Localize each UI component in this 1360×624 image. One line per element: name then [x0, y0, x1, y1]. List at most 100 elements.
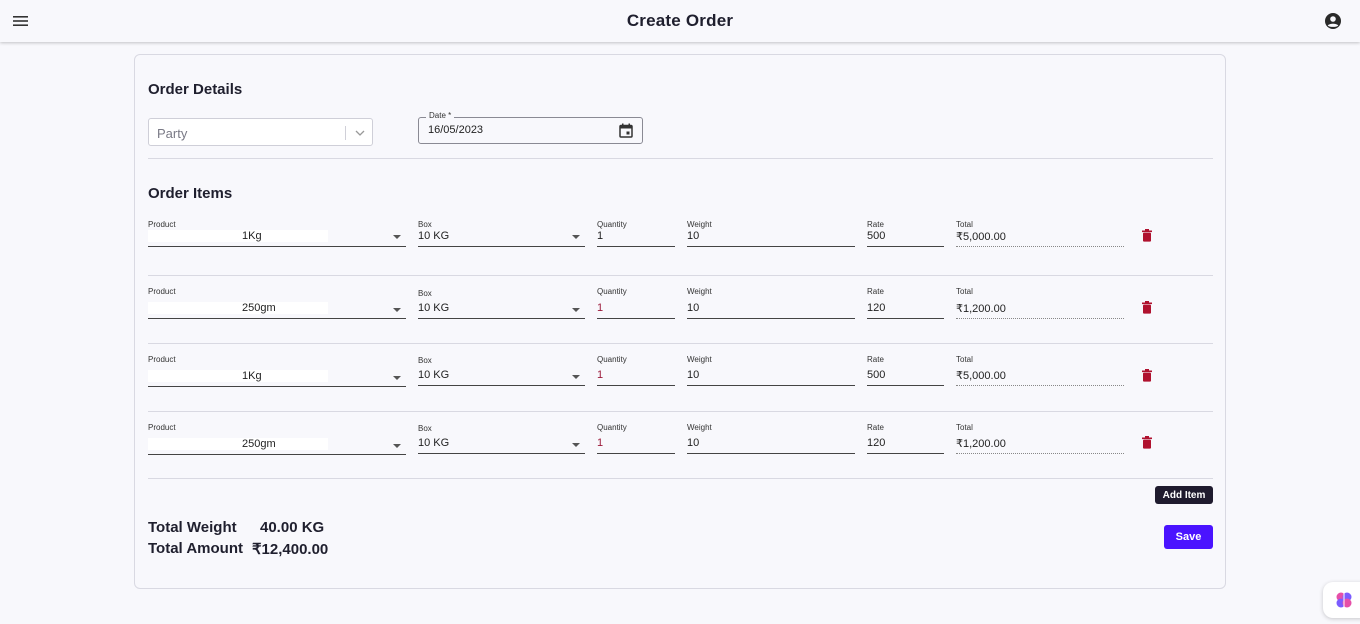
order-card: Order Details Party Date * Order Items P… [134, 54, 1226, 589]
save-button[interactable]: Save [1164, 525, 1213, 549]
weight-underline [687, 318, 855, 319]
dropdown-caret-icon[interactable] [572, 443, 580, 447]
box-select[interactable]: 10 KG [418, 437, 449, 449]
box-underline [418, 318, 585, 319]
rate-input[interactable]: 500 [867, 369, 885, 381]
product-select[interactable] [148, 370, 328, 382]
dropdown-caret-icon[interactable] [572, 308, 580, 312]
box-select[interactable]: 10 KG [418, 369, 449, 381]
divider [148, 343, 1213, 344]
dropdown-caret-icon[interactable] [572, 235, 580, 239]
quantity-underline [597, 453, 675, 454]
quantity-label: Quantity [597, 220, 627, 229]
brain-icon [1336, 592, 1352, 608]
calendar-icon[interactable] [617, 122, 635, 140]
account-circle-icon[interactable] [1324, 12, 1342, 30]
page-title: Create Order [626, 11, 734, 30]
assistant-widget[interactable] [1323, 582, 1360, 618]
date-label: Date * [426, 111, 455, 120]
product-value: 1Kg [242, 230, 262, 242]
delete-icon[interactable] [1141, 436, 1153, 449]
weight-input[interactable]: 10 [687, 230, 699, 242]
product-value: 250gm [242, 302, 276, 314]
product-underline [148, 454, 406, 455]
weight-input[interactable]: 10 [687, 437, 699, 449]
box-label: Box [418, 356, 432, 365]
dropdown-caret-icon[interactable] [393, 308, 401, 312]
quantity-label: Quantity [597, 355, 627, 364]
dropdown-caret-icon[interactable] [393, 376, 401, 380]
total-amount-label: Total Amount [148, 540, 243, 557]
product-value: 1Kg [242, 370, 262, 382]
order-details-title: Order Details [148, 81, 243, 98]
total-underline [956, 246, 1124, 247]
rate-label: Rate [867, 355, 884, 364]
quantity-underline [597, 318, 675, 319]
quantity-input[interactable]: 1 [597, 369, 603, 381]
quantity-underline [597, 385, 675, 386]
total-weight-value: 40.00 KG [260, 519, 325, 536]
quantity-label: Quantity [597, 287, 627, 296]
product-underline [148, 318, 406, 319]
weight-underline [687, 385, 855, 386]
add-item-button[interactable]: Add Item [1155, 486, 1213, 504]
divider [148, 275, 1213, 276]
dropdown-caret-icon[interactable] [393, 235, 401, 239]
product-label: Product [148, 287, 176, 296]
order-item-row: Product 250gm Box 10 KG Quantity 1 Weigh… [148, 287, 1213, 347]
delete-icon[interactable] [1141, 369, 1153, 382]
date-field[interactable]: Date * [418, 111, 643, 144]
weight-underline [687, 453, 855, 454]
product-label: Product [148, 220, 176, 229]
quantity-input[interactable]: 1 [597, 230, 603, 242]
total-label: Total [956, 423, 973, 432]
order-item-row: Product 1Kg Box 10 KG Quantity 1 Weight … [148, 220, 1213, 280]
delete-icon[interactable] [1141, 229, 1153, 242]
box-underline [418, 246, 585, 247]
product-select[interactable] [148, 302, 328, 314]
order-items-title: Order Items [148, 185, 233, 202]
product-label: Product [148, 355, 176, 364]
product-select[interactable] [148, 438, 328, 450]
rate-input[interactable]: 500 [867, 230, 885, 242]
weight-input[interactable]: 10 [687, 369, 699, 381]
rate-label: Rate [867, 423, 884, 432]
quantity-input[interactable]: 1 [597, 302, 603, 314]
total-underline [956, 453, 1124, 454]
total-amount-value: ₹12,400.00 [252, 541, 329, 558]
quantity-label: Quantity [597, 423, 627, 432]
party-placeholder: Party [157, 126, 188, 141]
box-select[interactable]: 10 KG [418, 230, 449, 242]
product-label: Product [148, 423, 176, 432]
date-input[interactable] [428, 124, 608, 136]
product-select[interactable] [148, 230, 328, 242]
rate-underline [867, 318, 944, 319]
select-separator [345, 126, 346, 140]
app-bar: Create Order [0, 0, 1360, 42]
divider [148, 411, 1213, 412]
chevron-down-icon [355, 130, 365, 136]
total-value: ₹5,000.00 [956, 370, 1006, 382]
delete-icon[interactable] [1141, 301, 1153, 314]
rate-input[interactable]: 120 [867, 437, 885, 449]
dropdown-caret-icon[interactable] [393, 444, 401, 448]
total-value: ₹1,200.00 [956, 438, 1006, 450]
box-select[interactable]: 10 KG [418, 302, 449, 314]
weight-input[interactable]: 10 [687, 302, 699, 314]
divider [148, 478, 1213, 479]
quantity-input[interactable]: 1 [597, 437, 603, 449]
rate-label: Rate [867, 220, 884, 229]
total-underline [956, 385, 1124, 386]
order-item-row: Product 250gm Box 10 KG Quantity 1 Weigh… [148, 423, 1213, 483]
total-label: Total [956, 355, 973, 364]
weight-label: Weight [687, 220, 712, 229]
dropdown-caret-icon[interactable] [572, 375, 580, 379]
order-item-row: Product 1Kg Box 10 KG Quantity 1 Weight … [148, 355, 1213, 415]
quantity-underline [597, 246, 675, 247]
party-select[interactable]: Party [148, 118, 373, 146]
product-underline [148, 386, 406, 387]
rate-label: Rate [867, 287, 884, 296]
rate-underline [867, 246, 944, 247]
rate-input[interactable]: 120 [867, 302, 885, 314]
total-label: Total [956, 287, 973, 296]
